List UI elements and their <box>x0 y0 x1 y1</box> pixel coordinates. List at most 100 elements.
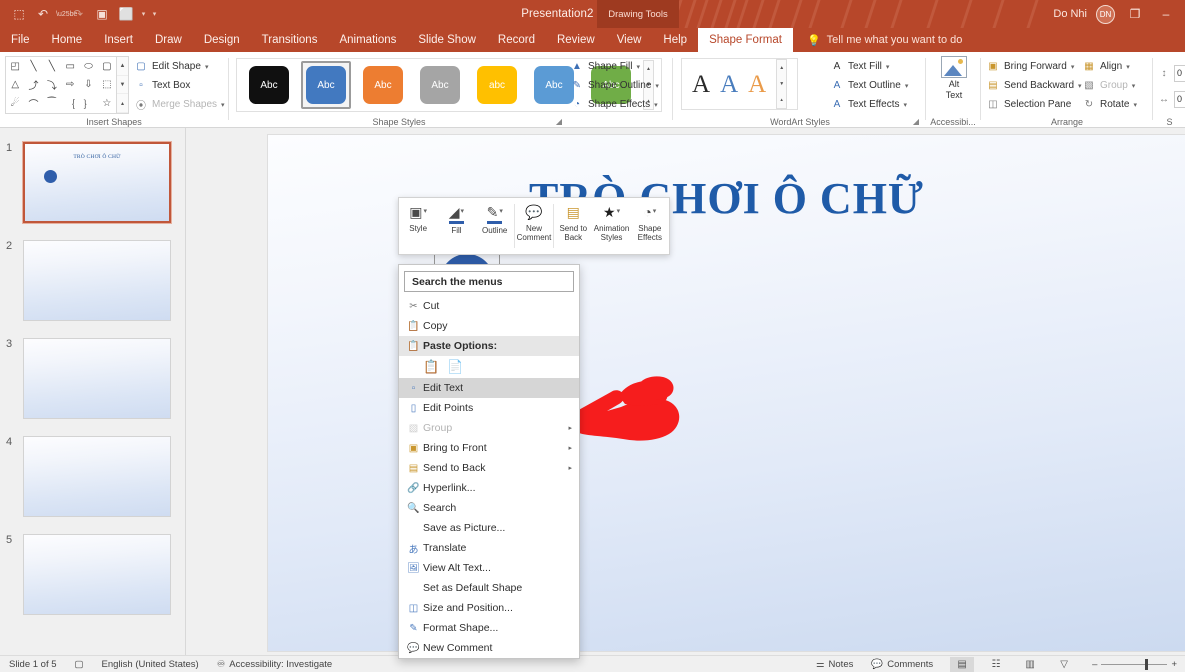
zoom-out-button[interactable]: – <box>1092 659 1097 670</box>
context-menu-item-group[interactable]: ▧ Group ▸ <box>399 418 579 438</box>
shape-item[interactable]: ⤴ <box>24 76 42 95</box>
context-menu-item-edit-points[interactable]: ▯ Edit Points <box>399 398 579 418</box>
context-menu-item-set-as-default-shape[interactable]: Set as Default Shape <box>399 578 579 598</box>
thumbnail-canvas[interactable] <box>23 436 171 517</box>
thumbnail-canvas[interactable] <box>23 534 171 615</box>
zoom-slider[interactable]: – + <box>1084 658 1185 670</box>
text-box-button[interactable]: ▫ Text Box <box>134 76 225 95</box>
align-button[interactable]: ▦ Align ▾ <box>1082 57 1137 76</box>
thumbnail-item-2[interactable]: 2 <box>0 236 186 324</box>
bring-forward-button[interactable]: ▣ Bring Forward ▾ <box>986 57 1082 76</box>
context-menu-item-size-and-position[interactable]: ◫ Size and Position... <box>399 598 579 618</box>
zoom-track[interactable] <box>1101 658 1168 670</box>
thumbnail-item-3[interactable]: 3 <box>0 334 186 422</box>
shape-item[interactable]: ☄ <box>6 94 24 113</box>
shape-item[interactable]: ⬚ <box>98 76 116 95</box>
accessibility-status[interactable]: ♾ Accessibility: Investigate <box>208 659 342 670</box>
edit-shape-button[interactable]: ▢ Edit Shape ▾ <box>134 57 225 76</box>
tab-file[interactable]: File <box>0 28 41 52</box>
alt-text-button[interactable]: Alt Text <box>932 56 976 112</box>
comments-button[interactable]: 💬 Comments <box>862 659 942 670</box>
shape-style-swatch[interactable]: Abc <box>244 61 294 109</box>
tab-animations[interactable]: Animations <box>328 28 407 52</box>
shape-height-control[interactable]: ↕ 0 <box>1157 62 1185 84</box>
minibar-animation-styles-button[interactable]: ★ ▾ Animation Styles <box>592 198 630 254</box>
shape-item[interactable]: ▢ <box>98 57 116 76</box>
shapes-gallery[interactable]: ◰ ╲ ╲ ▭ ⬭ ▢ △ ⤴ ⤵ ⇨ ⇩ ⬚ ☄ ⌒ ⁀ ｛ ｝ ☆ <box>5 56 117 114</box>
wordart-scrollbar[interactable]: ▲ ▼ ▴ <box>776 59 788 109</box>
context-menu-item-format-shape[interactable]: ✎ Format Shape... <box>399 618 579 638</box>
context-menu[interactable]: Search the menus ✂ Cut 📋 Copy 📋 Paste Op… <box>398 264 580 659</box>
context-menu-item-send-to-back[interactable]: ▤ Send to Back ▸ <box>399 458 579 478</box>
minibar-send-to-back-button[interactable]: ▤ Send to Back <box>554 198 592 254</box>
wordart-sample[interactable]: A <box>720 72 738 97</box>
tab-view[interactable]: View <box>606 28 653 52</box>
shape-item[interactable]: ☆ <box>98 94 116 113</box>
paste-keep-formatting-icon[interactable]: 📋 <box>423 359 439 375</box>
tab-design[interactable]: Design <box>193 28 251 52</box>
rotate-button[interactable]: ↻ Rotate ▾ <box>1082 95 1137 114</box>
shape-width-input[interactable]: 0 <box>1174 90 1185 108</box>
shape-item[interactable]: ⇨ <box>61 76 79 95</box>
tab-transitions[interactable]: Transitions <box>251 28 329 52</box>
shape-item[interactable]: ╲ <box>24 57 42 76</box>
text-fill-button[interactable]: A Text Fill ▾ <box>830 57 908 76</box>
shapes-gallery-scrollbar[interactable]: ▲ ▼ ▴ <box>117 56 129 114</box>
zoom-in-button[interactable]: + <box>1171 659 1177 670</box>
scroll-down-icon[interactable]: ▼ <box>777 76 786 92</box>
minibar-style-button[interactable]: ▣ ▾ Style <box>399 198 437 254</box>
send-backward-button[interactable]: ▤ Send Backward ▾ <box>986 76 1081 95</box>
scroll-up-icon[interactable]: ▲ <box>777 60 786 76</box>
mini-toolbar[interactable]: ▣ ▾ Style ◢ ▾ Fill ✎ ▾ Outline 💬 New Com… <box>398 197 670 255</box>
context-menu-item-translate[interactable]: あ Translate <box>399 538 579 558</box>
paste-options-row[interactable]: 📋 📄 <box>399 356 579 378</box>
zoom-thumb[interactable] <box>1145 658 1149 670</box>
wordart-more-icon[interactable]: ▴ <box>777 92 786 108</box>
slide-sorter-view-button[interactable]: ☷ <box>984 657 1008 672</box>
merge-shapes-button[interactable]: ⦿ Merge Shapes ▾ <box>134 95 225 114</box>
context-menu-item-edit-text[interactable]: ▫ Edit Text <box>399 378 579 398</box>
shape-item[interactable]: △ <box>6 76 24 95</box>
shape-item[interactable]: ｝ <box>79 94 97 113</box>
text-outline-button[interactable]: A Text Outline ▾ <box>830 76 909 95</box>
avatar[interactable]: DN <box>1096 4 1115 24</box>
context-menu-item-hyperlink[interactable]: 🔗 Hyperlink... <box>399 478 579 498</box>
thumbnail-item-1[interactable]: 1 TRÒ CHƠI Ô CHỮ <box>0 138 186 226</box>
slide-counter[interactable]: Slide 1 of 5 <box>0 659 66 670</box>
shape-item[interactable]: ⬭ <box>79 57 97 76</box>
shape-style-swatch[interactable]: Abc <box>358 61 408 109</box>
shape-width-control[interactable]: ↔ 0 <box>1157 88 1185 110</box>
shape-style-swatch-selected[interactable]: Abc <box>301 61 351 109</box>
shape-item[interactable]: ⇩ <box>79 76 97 95</box>
shape-style-swatch[interactable]: Abc <box>415 61 465 109</box>
language-status[interactable]: English (United States) <box>93 659 208 670</box>
context-menu-item-cut[interactable]: ✂ Cut <box>399 296 579 316</box>
scroll-up-icon[interactable]: ▲ <box>117 57 128 76</box>
tab-home[interactable]: Home <box>41 28 94 52</box>
thumbnail-item-5[interactable]: 5 <box>0 530 186 618</box>
context-menu-item-save-as-picture[interactable]: Save as Picture... <box>399 518 579 538</box>
minibar-new-comment-button[interactable]: 💬 New Comment <box>515 198 553 254</box>
shape-style-swatch[interactable]: abc <box>472 61 522 109</box>
shape-effects-button[interactable]: ◔ Shape Effects ▾ <box>570 95 659 114</box>
context-menu-item-search[interactable]: 🔍 Search <box>399 498 579 518</box>
tab-draw[interactable]: Draw <box>144 28 193 52</box>
shape-height-input[interactable]: 0 <box>1174 64 1185 82</box>
slide-show-view-button[interactable]: ▽ <box>1052 657 1076 672</box>
reading-view-button[interactable]: ▥ <box>1018 657 1042 672</box>
thumbnail-item-4[interactable]: 4 <box>0 432 186 520</box>
context-menu-item-view-alt-text[interactable]: 🖼 View Alt Text... <box>399 558 579 578</box>
notes-button[interactable]: ⚌ Notes <box>807 659 862 670</box>
text-effects-button[interactable]: A Text Effects ▾ <box>830 95 908 114</box>
minibar-fill-button[interactable]: ◢ ▾ Fill <box>437 198 475 254</box>
thumbnail-canvas[interactable] <box>23 338 171 419</box>
tell-me-search[interactable]: 💡 Tell me what you want to do <box>793 28 962 52</box>
scroll-down-icon[interactable]: ▼ <box>117 76 128 95</box>
shape-item[interactable]: ⤵ <box>43 76 61 95</box>
search-menus-input[interactable]: Search the menus <box>404 271 574 292</box>
shape-item[interactable]: ▭ <box>61 57 79 76</box>
normal-view-button[interactable]: ▤ <box>950 656 975 672</box>
shape-item[interactable]: ⌒ <box>24 94 42 113</box>
selection-pane-button[interactable]: ◫ Selection Pane <box>986 95 1082 114</box>
context-menu-item-new-comment[interactable]: 💬 New Comment <box>399 638 579 658</box>
